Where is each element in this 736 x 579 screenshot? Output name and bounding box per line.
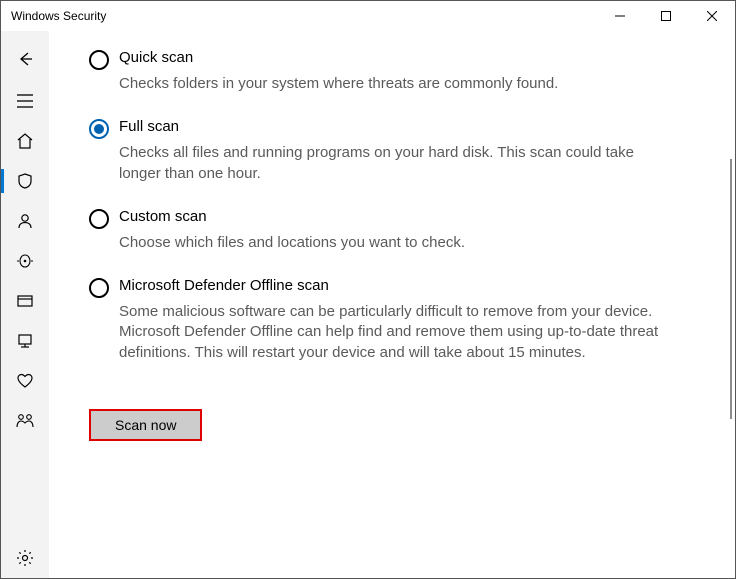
- home-icon: [15, 131, 35, 151]
- hamburger-icon: [15, 91, 35, 111]
- window-controls: [597, 1, 735, 31]
- back-button[interactable]: [1, 37, 49, 81]
- option-title: Quick scan: [119, 49, 659, 66]
- option-custom-scan[interactable]: Custom scan Choose which files and locat…: [89, 208, 695, 253]
- sidebar-item-device-security[interactable]: [1, 321, 49, 361]
- scan-now-button[interactable]: Scan now: [89, 409, 202, 441]
- maximize-button[interactable]: [643, 1, 689, 31]
- option-offline-scan[interactable]: Microsoft Defender Offline scan Some mal…: [89, 277, 695, 363]
- app-browser-icon: [15, 291, 35, 311]
- windows-security-window: Windows Security: [0, 0, 736, 579]
- device-icon: [15, 331, 35, 351]
- sidebar-item-home[interactable]: [1, 121, 49, 161]
- maximize-icon: [661, 11, 671, 21]
- radio-offline-scan[interactable]: [89, 278, 109, 298]
- minimize-button[interactable]: [597, 1, 643, 31]
- sidebar: [1, 31, 49, 578]
- option-description: Some malicious software can be particula…: [119, 302, 659, 363]
- family-icon: [15, 411, 35, 431]
- body: Quick scan Checks folders in your system…: [1, 31, 735, 578]
- option-title: Custom scan: [119, 208, 659, 225]
- main-content: Quick scan Checks folders in your system…: [49, 31, 735, 578]
- sidebar-item-family-options[interactable]: [1, 401, 49, 441]
- shield-icon: [15, 171, 35, 191]
- sidebar-item-settings[interactable]: [1, 538, 49, 578]
- sidebar-item-app-browser-control[interactable]: [1, 281, 49, 321]
- person-icon: [15, 211, 35, 231]
- option-full-scan[interactable]: Full scan Checks all files and running p…: [89, 118, 695, 184]
- titlebar: Windows Security: [1, 1, 735, 31]
- sidebar-item-virus-protection[interactable]: [1, 161, 49, 201]
- close-icon: [707, 11, 717, 21]
- option-title: Full scan: [119, 118, 659, 135]
- close-button[interactable]: [689, 1, 735, 31]
- sidebar-item-device-performance[interactable]: [1, 361, 49, 401]
- heart-icon: [15, 371, 35, 391]
- sidebar-item-account-protection[interactable]: [1, 201, 49, 241]
- option-quick-scan[interactable]: Quick scan Checks folders in your system…: [89, 49, 695, 94]
- back-arrow-icon: [15, 49, 35, 69]
- gear-icon: [15, 548, 35, 568]
- menu-button[interactable]: [1, 81, 49, 121]
- scrollbar[interactable]: [730, 159, 732, 419]
- option-description: Checks folders in your system where thre…: [119, 74, 659, 94]
- minimize-icon: [615, 11, 625, 21]
- option-title: Microsoft Defender Offline scan: [119, 277, 659, 294]
- radio-custom-scan[interactable]: [89, 209, 109, 229]
- option-description: Choose which files and locations you wan…: [119, 233, 659, 253]
- window-title: Windows Security: [11, 9, 106, 23]
- sidebar-item-firewall[interactable]: [1, 241, 49, 281]
- option-description: Checks all files and running programs on…: [119, 143, 659, 184]
- radio-quick-scan[interactable]: [89, 50, 109, 70]
- network-icon: [15, 251, 35, 271]
- radio-full-scan[interactable]: [89, 119, 109, 139]
